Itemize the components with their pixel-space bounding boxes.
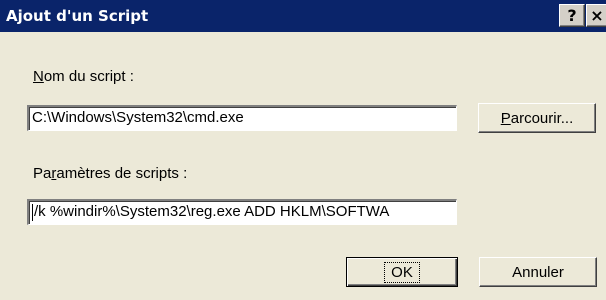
title-bar[interactable]: Ajout d'un Script ? × — [0, 0, 606, 32]
script-params-input[interactable]: /k %windir%\System32\reg.exe ADD HKLM\SO… — [27, 199, 457, 225]
browse-button-label: Parcourir... — [500, 109, 574, 127]
ok-button[interactable]: OK — [346, 257, 458, 287]
cancel-button[interactable]: Annuler — [479, 257, 597, 287]
script-params-value: /k %windir%\System32\reg.exe ADD HKLM\SO… — [34, 203, 390, 220]
help-button[interactable]: ? — [559, 4, 585, 27]
ok-button-label: OK — [384, 261, 420, 283]
script-name-label: Nom du script : — [33, 68, 134, 85]
close-icon: × — [590, 6, 604, 25]
script-name-input[interactable]: C:\Windows\System32\cmd.exe — [27, 105, 457, 131]
dialog-title: Ajout d'un Script — [6, 7, 149, 25]
close-button[interactable]: × — [586, 4, 606, 27]
add-script-dialog: Ajout d'un Script ? × Nom du script : C:… — [0, 0, 606, 300]
text-caret — [32, 203, 33, 221]
script-name-value: C:\Windows\System32\cmd.exe — [32, 109, 244, 126]
browse-button[interactable]: Parcourir... — [478, 103, 596, 133]
help-icon: ? — [567, 6, 577, 25]
cancel-button-label: Annuler — [512, 263, 564, 281]
script-params-label: Paramètres de scripts : — [33, 165, 188, 182]
